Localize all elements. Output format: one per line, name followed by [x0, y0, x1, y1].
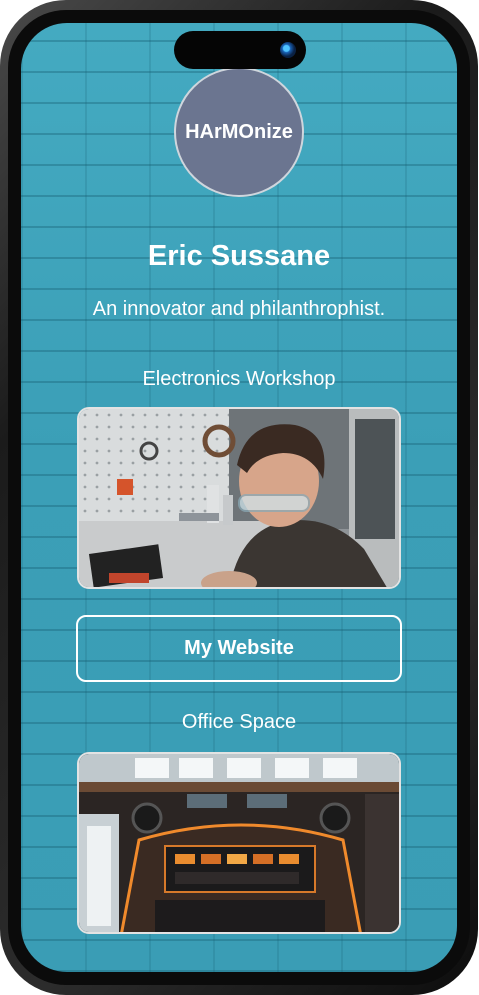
avatar-text: HArMOnize [185, 120, 293, 143]
profile-bio: An innovator and philanthrophist. [92, 298, 386, 320]
dynamic-island [174, 31, 306, 69]
screen: HArMOnize Eric Sussane An innovator and … [21, 23, 457, 972]
link-title-electronics-workshop: Electronics Workshop [142, 368, 336, 390]
link-title-office-space: Office Space [181, 711, 297, 733]
office-space-image[interactable] [77, 752, 401, 934]
my-website-button[interactable]: My Website [76, 615, 402, 682]
avatar: HArMOnize [174, 67, 304, 197]
profile-name: Eric Sussane [147, 240, 331, 272]
electronics-workshop-image[interactable] [77, 407, 401, 589]
phone-frame: HArMOnize Eric Sussane An innovator and … [0, 0, 478, 995]
camera-icon [280, 42, 296, 58]
